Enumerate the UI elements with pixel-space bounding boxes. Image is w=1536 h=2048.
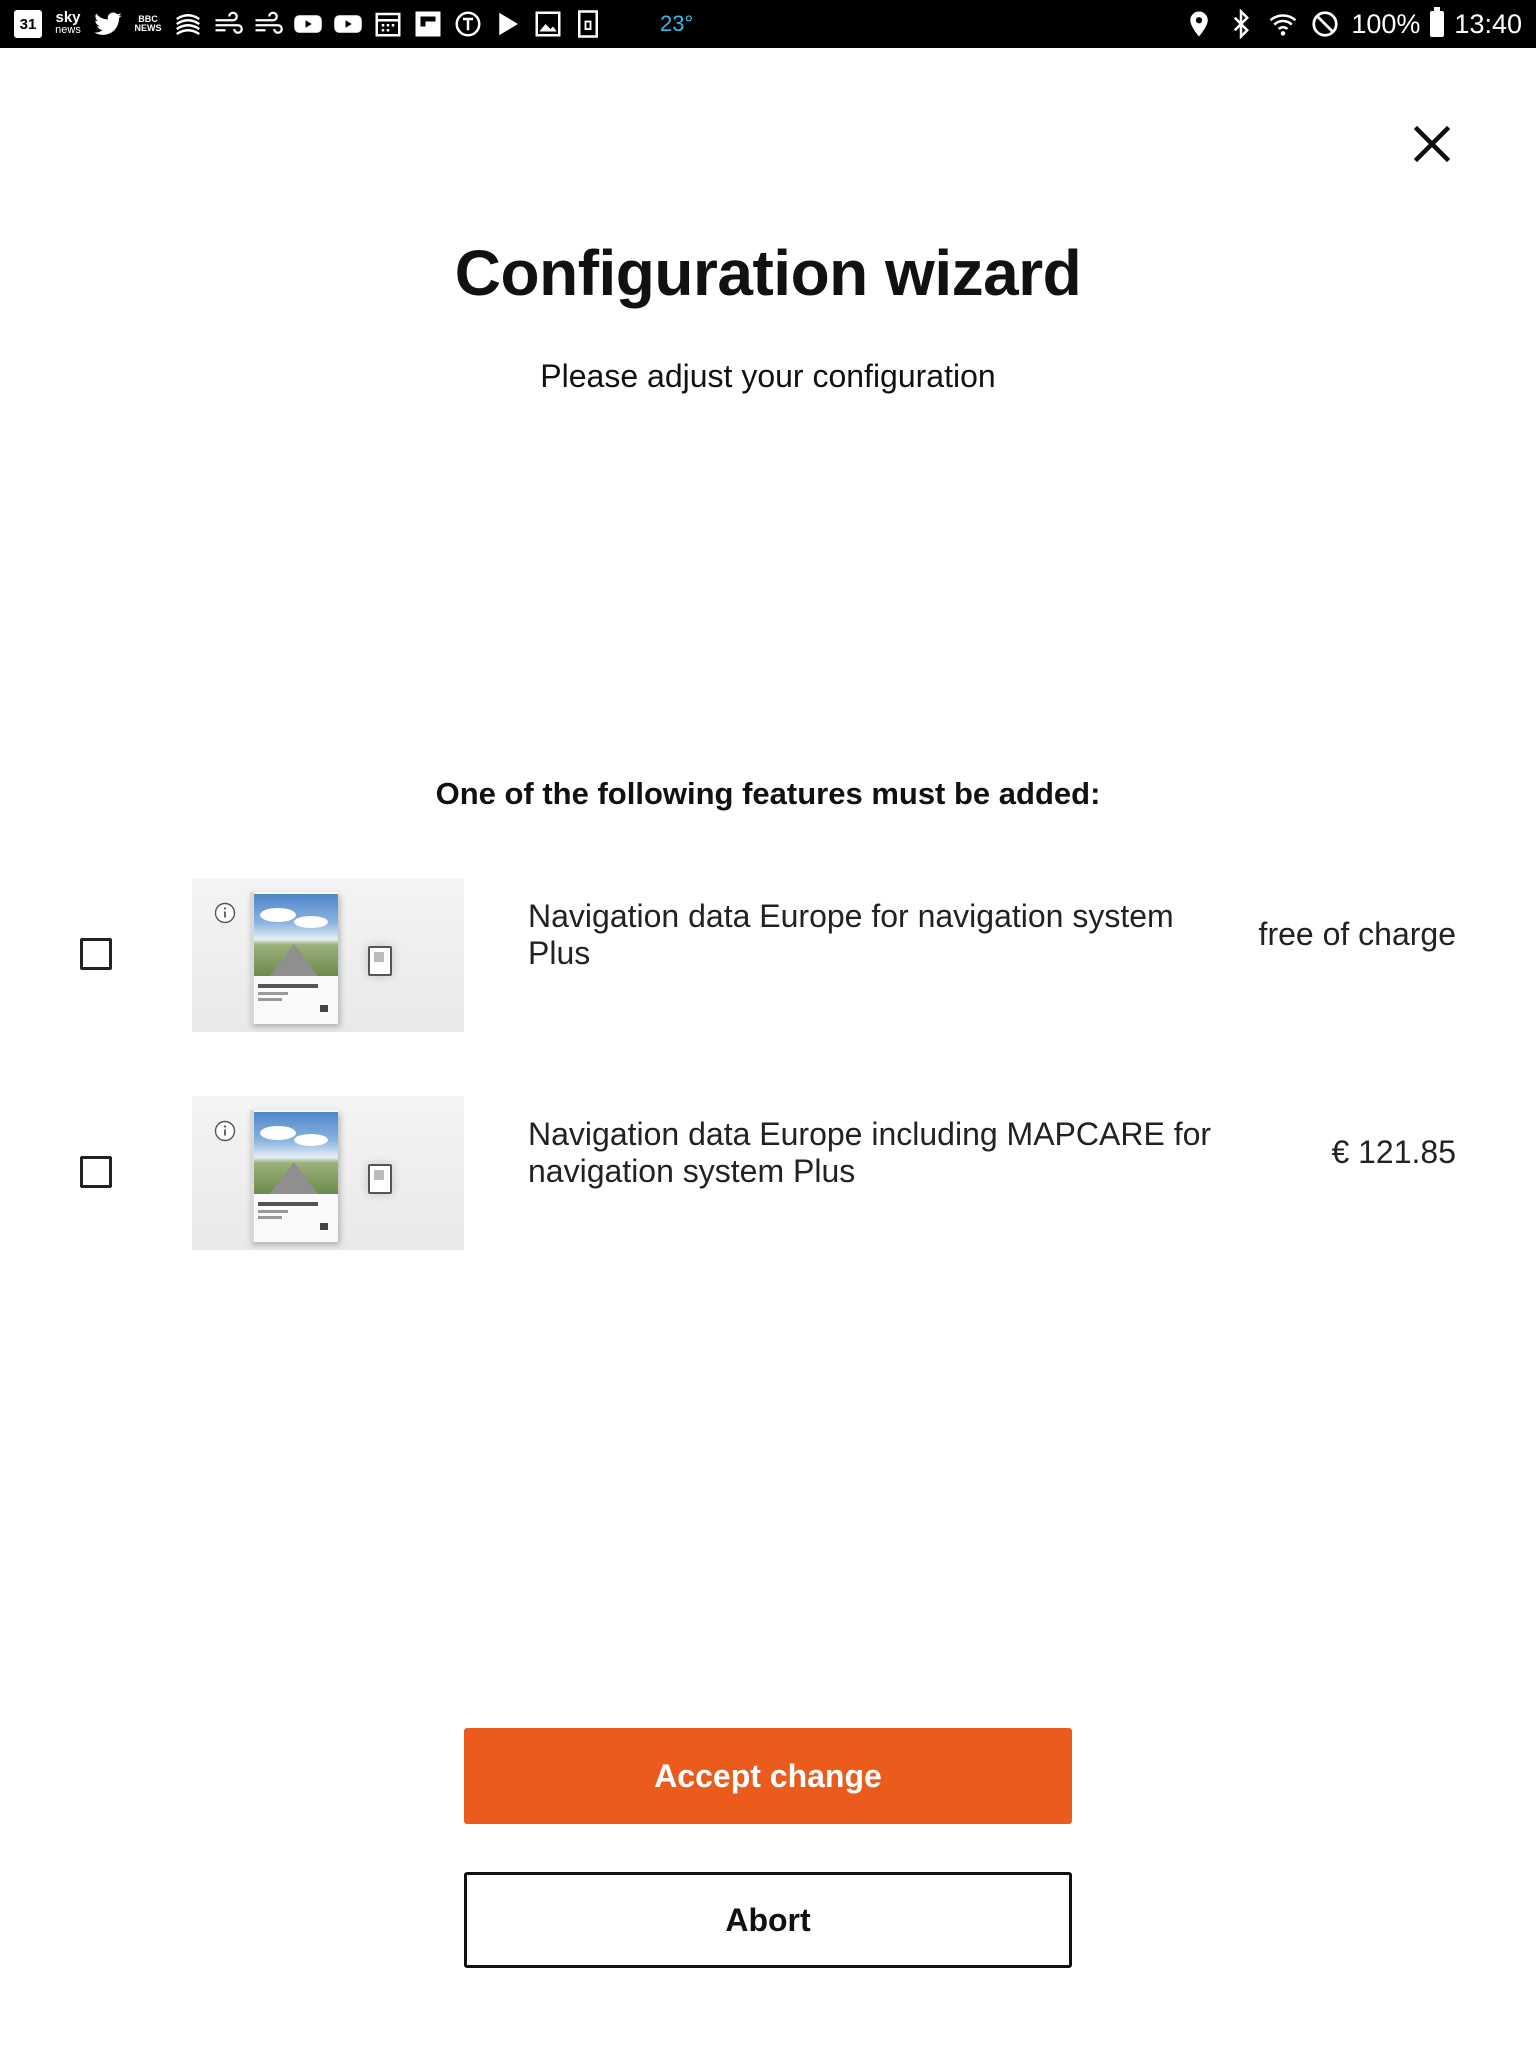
feature-row: Navigation data Europe for navigation sy… — [0, 878, 1536, 1032]
temperature: 23° — [660, 11, 694, 36]
info-icon[interactable] — [214, 902, 236, 924]
bbc-news-icon: BBC NEWS — [132, 8, 164, 40]
sky-news-icon: sky news — [52, 8, 84, 40]
location-icon — [1183, 8, 1215, 40]
dialog-subtitle: Please adjust your configuration — [540, 358, 996, 394]
dialog-title: Configuration wizard — [454, 237, 1082, 309]
document-icon — [572, 8, 604, 40]
feature-checkbox[interactable] — [80, 1156, 112, 1188]
notification-icons: 31 sky news BBC NEWS 23° — [12, 0, 693, 48]
sd-card — [368, 1164, 392, 1194]
abort-button[interactable]: Abort — [464, 1872, 1072, 1968]
system-icons: 100% 13:40 — [1183, 0, 1522, 48]
flipboard-icon — [412, 8, 444, 40]
feature-image[interactable] — [192, 1096, 464, 1250]
navigation-system-box — [250, 892, 338, 1024]
status-bar: 31 sky news BBC NEWS 23° 100% 13:40 — [0, 0, 1536, 48]
close-icon — [1413, 125, 1451, 163]
racing-icon — [452, 8, 484, 40]
image-icon — [532, 8, 564, 40]
close-button[interactable] — [1406, 118, 1458, 170]
clock: 13:40 — [1454, 8, 1522, 39]
battery-icon — [1430, 7, 1445, 37]
play-store-icon — [492, 8, 524, 40]
bbc-news-label: BBC NEWS — [134, 14, 162, 33]
features-heading: One of the following features must be ad… — [435, 776, 1101, 811]
navigation-system-box — [250, 1110, 338, 1242]
calendar-icon: 31 — [12, 8, 44, 40]
wifi-icon — [1267, 8, 1299, 40]
feature-price: € 121.85 — [1331, 1134, 1456, 1170]
bluetooth-icon — [1225, 8, 1257, 40]
wind-icon — [212, 8, 244, 40]
feature-image[interactable] — [192, 878, 464, 1032]
battery-percent: 100% — [1351, 8, 1421, 39]
feature-name: Navigation data Europe for navigation sy… — [528, 898, 1174, 971]
sky-news-line2: news — [55, 24, 81, 36]
feature-row: Navigation data Europe including MAPCARE… — [0, 1096, 1536, 1250]
feature-price: free of charge — [1258, 916, 1456, 952]
do-not-disturb-icon — [1309, 8, 1341, 40]
layers-icon — [172, 8, 204, 40]
feature-name: Navigation data Europe including MAPCARE… — [528, 1116, 1212, 1189]
accept-change-button[interactable]: Accept change — [464, 1728, 1072, 1824]
calendar-grid-icon — [372, 8, 404, 40]
youtube-icon — [332, 8, 364, 40]
info-icon[interactable] — [214, 1120, 236, 1142]
calendar-day: 31 — [14, 10, 42, 38]
sd-card — [368, 946, 392, 976]
wind-icon — [252, 8, 284, 40]
feature-checkbox[interactable] — [80, 938, 112, 970]
youtube-icon — [292, 8, 324, 40]
twitter-icon — [92, 8, 124, 40]
